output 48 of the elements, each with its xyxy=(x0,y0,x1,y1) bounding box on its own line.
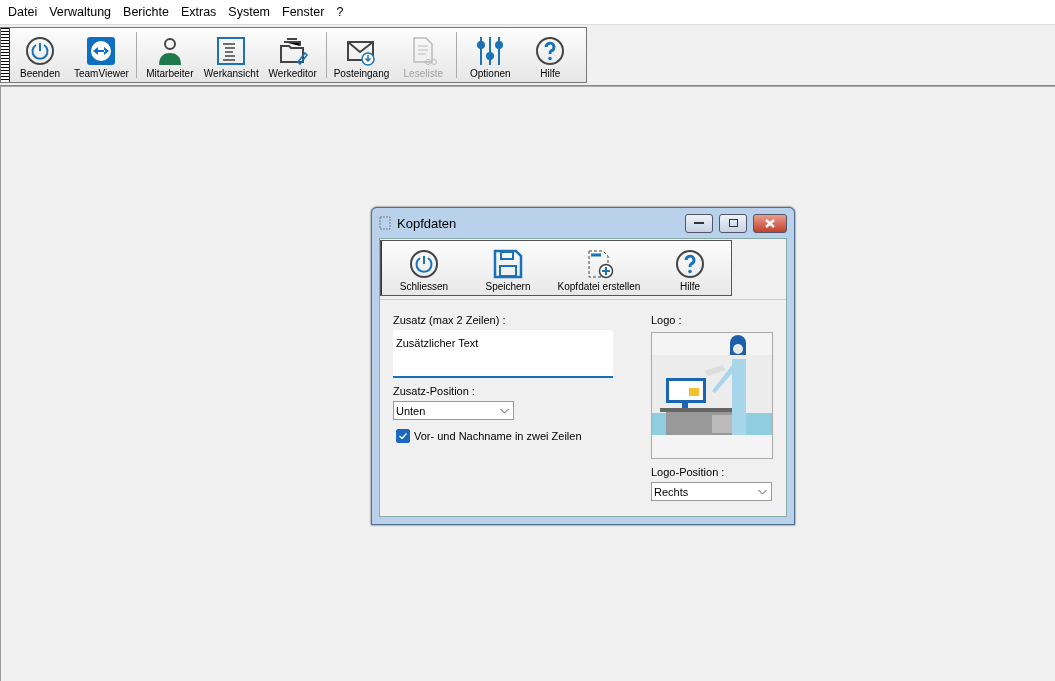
save-icon xyxy=(493,249,523,279)
toolbar-button[interactable]: Beenden xyxy=(10,28,70,82)
checkmark-icon xyxy=(399,433,407,439)
minimize-icon xyxy=(694,221,704,225)
minimize-button[interactable] xyxy=(685,213,713,233)
folder-pen-icon xyxy=(277,36,308,66)
toolbar-button[interactable]: Hilfe xyxy=(648,241,732,295)
toolbar-button[interactable]: Posteingang xyxy=(329,28,394,82)
maximize-icon xyxy=(728,219,738,227)
field-label: Zusatz-Position : xyxy=(393,385,476,397)
maximize-button[interactable] xyxy=(719,213,747,233)
text-area[interactable]: Zusätzlicher Text xyxy=(393,330,613,378)
sliders-icon xyxy=(475,36,506,66)
menu-item[interactable]: Extras xyxy=(179,5,224,19)
toolbar-button[interactable]: Mitarbeiter xyxy=(139,28,200,82)
power-icon xyxy=(25,36,55,66)
field-label: Zusatz (max 2 Zeilen) : xyxy=(393,314,507,326)
toolbar-button[interactable]: Werkansicht xyxy=(199,28,263,82)
list-icon xyxy=(216,36,247,66)
position-dropdown[interactable]: Rechts xyxy=(651,482,772,501)
checkbox-label: Vor- und Nachname in zwei Zeilen xyxy=(414,430,582,442)
chevron-icon xyxy=(758,488,767,495)
toolbar-button[interactable]: Schliessen xyxy=(382,241,466,295)
menu-item[interactable]: Berichte xyxy=(122,5,176,19)
document-icon xyxy=(379,216,391,230)
help-icon xyxy=(675,249,705,279)
power-icon xyxy=(409,249,439,279)
help-icon xyxy=(535,36,566,66)
field-label: Logo-Position : xyxy=(651,466,726,478)
close-icon xyxy=(765,218,775,228)
window-title: Kopfdaten xyxy=(397,215,458,231)
toolbar-button[interactable]: Kopfdatei erstellen xyxy=(550,241,648,295)
toolbar-button[interactable]: Optionen xyxy=(460,28,521,82)
toolbar-button[interactable]: Hilfe xyxy=(520,28,581,82)
position-dropdown[interactable]: Unten xyxy=(393,401,514,420)
toolbar-button[interactable]: Speichern xyxy=(466,241,550,295)
menu-item[interactable]: ? xyxy=(335,5,351,19)
menu-item[interactable]: Fenster xyxy=(281,5,332,19)
toolbar-grip[interactable] xyxy=(1,28,10,82)
toolbar-button[interactable]: TeamViewer xyxy=(70,28,133,82)
checkbox[interactable] xyxy=(396,429,410,443)
field-label: Logo : xyxy=(651,314,683,326)
menu-item[interactable]: Verwaltung xyxy=(48,5,119,19)
chevron-icon xyxy=(500,407,509,414)
close-button[interactable] xyxy=(753,213,787,233)
menu-item[interactable]: System xyxy=(227,5,278,19)
toolbar-button[interactable]: Werkeditor xyxy=(262,28,323,82)
menu-item[interactable]: Datei xyxy=(7,5,45,19)
